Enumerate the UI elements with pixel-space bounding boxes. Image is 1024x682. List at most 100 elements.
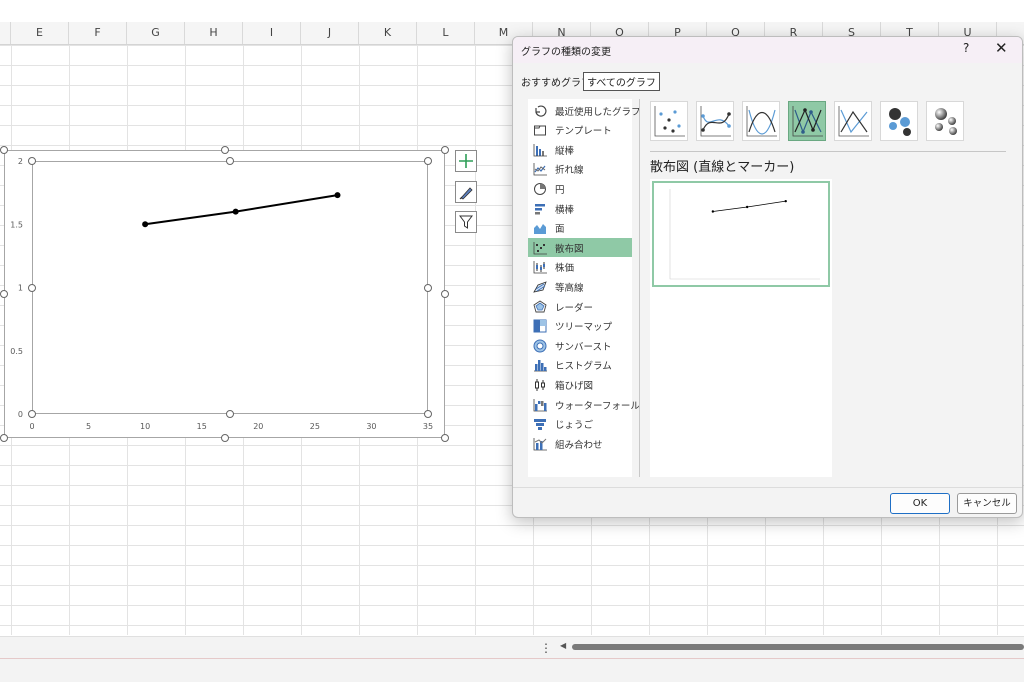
chart-area-handle[interactable] xyxy=(441,434,449,442)
dialog-title: グラフの種類の変更 xyxy=(521,47,611,58)
subtype-scatter-smooth-lines[interactable] xyxy=(742,101,780,141)
subtype-scatter-straight-lines[interactable] xyxy=(834,101,872,141)
chart-type-item[interactable]: ツリーマップ xyxy=(528,317,632,336)
excel-window: EFGHIJKLMNOPQRSTU 0 5 10 15 20 25 30 35 0 0.5 1 1.5… xyxy=(0,0,1024,682)
treemap-icon xyxy=(533,319,547,333)
chart-type-item[interactable]: 横棒 xyxy=(528,199,632,218)
chart-type-item[interactable]: 組み合わせ xyxy=(528,434,632,453)
plot-area-handle[interactable] xyxy=(28,410,36,418)
close-button[interactable]: ✕ xyxy=(995,39,1008,57)
chart-type-item[interactable]: 円 xyxy=(528,179,632,198)
sunburst-icon xyxy=(533,339,547,353)
chart-styles-button[interactable] xyxy=(455,181,477,203)
more-options-icon[interactable]: ⋮ xyxy=(540,641,552,655)
help-button[interactable]: ? xyxy=(963,41,969,55)
chart-type-label: テンプレート xyxy=(555,126,612,138)
chart-type-item[interactable]: 最近使用したグラフ xyxy=(528,101,641,120)
chart-type-item[interactable]: 面 xyxy=(528,219,632,238)
chart-subtype-pane: 散布図 (直線とマーカー) xyxy=(650,99,1006,477)
chart-filters-button[interactable] xyxy=(455,211,477,233)
change-chart-type-dialog: グラフの種類の変更 ? ✕ おすすめグラフ すべてのグラフ 最近使用したグラフテ… xyxy=(512,36,1023,518)
bubble-icon xyxy=(889,108,911,136)
combo-chart-icon xyxy=(533,437,547,451)
scroll-left-arrow-icon[interactable]: ◀ xyxy=(560,641,566,650)
chart-elements-button[interactable] xyxy=(455,150,477,172)
scatter-chart: 0 5 10 15 20 25 30 35 0 0.5 1 1.5 2 xyxy=(10,157,433,431)
histogram-icon xyxy=(534,360,547,372)
chart-type-item[interactable]: 散布図 xyxy=(528,238,632,258)
plot-area-handle[interactable] xyxy=(28,157,36,165)
plot-area-handle[interactable] xyxy=(28,284,36,292)
chart-type-item[interactable]: ヒストグラム xyxy=(528,356,632,375)
surface-chart-icon xyxy=(533,281,547,293)
recent-icon xyxy=(535,104,547,117)
plot-area-handle[interactable] xyxy=(226,157,234,165)
waterfall-icon xyxy=(533,398,547,411)
data-point[interactable] xyxy=(142,221,149,228)
chart-type-label: 最近使用したグラフ xyxy=(555,106,641,118)
footer-separator xyxy=(513,487,1022,488)
scatter-smooth-markers-icon xyxy=(700,106,731,137)
chart-area-handle[interactable] xyxy=(221,146,229,154)
chart-type-item[interactable]: 等高線 xyxy=(528,277,632,296)
chart-type-item[interactable]: テンプレート xyxy=(528,121,632,140)
chart-type-item[interactable]: 株価 xyxy=(528,258,632,277)
stock-chart-icon xyxy=(533,261,547,274)
radar-chart-icon xyxy=(533,299,547,312)
column-chart-icon xyxy=(533,143,547,157)
horizontal-scrollbar-thumb[interactable] xyxy=(572,644,1024,650)
chart-area-handle[interactable] xyxy=(221,434,229,442)
y-tick-label: 2 xyxy=(18,157,23,166)
preview-chart xyxy=(669,189,820,280)
chart-type-item[interactable]: サンバースト xyxy=(528,336,632,355)
subtype-title: 散布図 (直線とマーカー) xyxy=(650,160,795,175)
chart-type-label: ツリーマップ xyxy=(555,322,613,334)
chart-preview[interactable] xyxy=(652,181,830,287)
chart-type-label: 株価 xyxy=(555,263,575,275)
chart-type-label: 箱ひげ図 xyxy=(555,380,594,392)
chart-type-item[interactable]: レーダー xyxy=(528,297,632,316)
chart-type-label: 折れ線 xyxy=(555,165,584,177)
chart-area-handle[interactable] xyxy=(0,146,8,154)
y-tick-label: 0.5 xyxy=(10,347,23,356)
chart-area-handle[interactable] xyxy=(441,290,449,298)
data-point[interactable] xyxy=(334,192,341,199)
chart-type-item[interactable]: ウォーターフォール xyxy=(528,395,640,414)
plot-area-handle[interactable] xyxy=(424,410,432,418)
scatter-straight-markers-icon xyxy=(792,106,823,137)
chart-type-label: 縦棒 xyxy=(555,145,575,157)
chart-area-handle[interactable] xyxy=(441,146,449,154)
subtype-scatter-straight-markers[interactable] xyxy=(788,101,826,141)
data-point[interactable] xyxy=(232,208,239,215)
x-tick-label: 25 xyxy=(310,422,320,431)
plot-area-handle[interactable] xyxy=(424,157,432,165)
scatter-chart-icon xyxy=(533,241,547,255)
chart-area-handle[interactable] xyxy=(0,290,8,298)
subtype-bubble[interactable] xyxy=(880,101,918,141)
chart-type-item[interactable]: 縦棒 xyxy=(528,140,632,159)
line-chart-icon xyxy=(533,163,547,176)
pane-divider xyxy=(639,99,640,477)
tab-recommended-charts[interactable]: おすすめグラフ xyxy=(521,74,591,89)
chart-type-item[interactable]: じょうご xyxy=(528,415,632,434)
plot-area-handle[interactable] xyxy=(226,410,234,418)
x-tick-label: 15 xyxy=(197,422,207,431)
subtype-scatter-markers[interactable] xyxy=(650,101,688,141)
ok-button[interactable]: OK xyxy=(890,493,950,514)
subtype-separator xyxy=(650,151,1006,152)
x-tick-label: 5 xyxy=(86,422,91,431)
tab-all-charts[interactable]: すべてのグラフ xyxy=(583,72,660,91)
x-tick-label: 35 xyxy=(423,422,433,431)
cancel-button[interactable]: キャンセル xyxy=(957,493,1017,514)
box-whisker-icon xyxy=(535,378,545,391)
x-tick-label: 20 xyxy=(253,422,263,431)
subtype-3d-bubble[interactable] xyxy=(926,101,964,141)
chart-area-handle[interactable] xyxy=(0,434,8,442)
scatter-straight-lines-icon xyxy=(838,106,869,137)
plot-area-handle[interactable] xyxy=(424,284,432,292)
chart-type-item[interactable]: 箱ひげ図 xyxy=(528,375,632,394)
x-tick-label: 30 xyxy=(366,422,376,431)
subtype-scatter-smooth-markers[interactable] xyxy=(696,101,734,141)
chart-type-item[interactable]: 折れ線 xyxy=(528,160,632,179)
series-line[interactable] xyxy=(145,194,338,226)
